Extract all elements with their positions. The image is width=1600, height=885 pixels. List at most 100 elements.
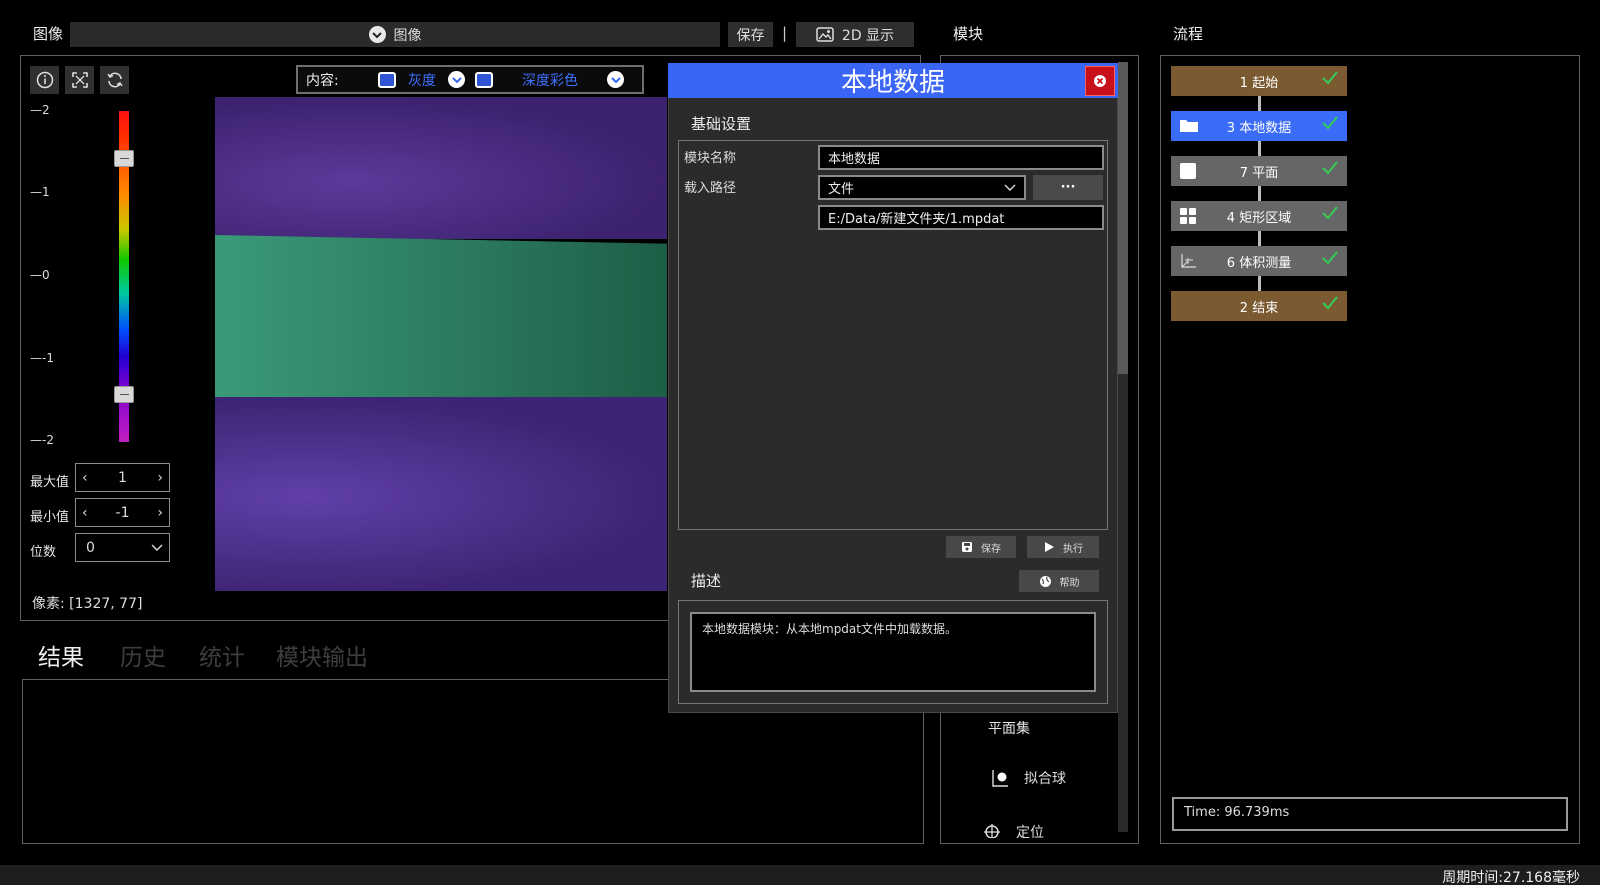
display-2d-button[interactable]: 2D 显示 xyxy=(796,22,914,47)
path-type-select[interactable]: 文件 xyxy=(818,175,1026,200)
min-value-stepper[interactable]: ‹ -1 › xyxy=(75,498,170,527)
flow-node-rect-region[interactable]: 4 矩形区域 xyxy=(1171,201,1347,231)
run-label: 执行 xyxy=(1063,543,1083,555)
modules-scrollbar-thumb[interactable] xyxy=(1118,62,1128,374)
save-image-button[interactable]: 保存 xyxy=(728,22,773,47)
module-item-label: 定位 xyxy=(1016,825,1044,838)
close-icon xyxy=(1093,74,1107,88)
description-text: 本地数据模块：从本地mpdat文件中加载数据。 xyxy=(690,612,1096,692)
check-icon xyxy=(1321,115,1339,131)
display-2d-label: 2D 显示 xyxy=(841,27,895,44)
chevron-down-icon[interactable] xyxy=(607,71,624,88)
modules-title: 模块 xyxy=(953,25,984,43)
max-value-label: 最大值 xyxy=(30,475,70,490)
flow-connector xyxy=(1258,276,1261,291)
module-name-label: 模块名称 xyxy=(684,151,737,166)
flow-title: 流程 xyxy=(1173,25,1204,43)
path-type-value: 文件 xyxy=(828,182,855,197)
flow-node-label: 3 本地数据 xyxy=(1226,120,1292,136)
help-label: 帮助 xyxy=(1059,577,1080,589)
play-icon xyxy=(1043,541,1055,553)
chevron-down-icon xyxy=(1004,184,1016,192)
check-icon xyxy=(1321,160,1339,176)
flow-connector xyxy=(1258,231,1261,246)
max-value-stepper[interactable]: ‹ 1 › xyxy=(75,463,170,492)
basic-settings-heading: 基础设置 xyxy=(691,115,752,133)
info-button[interactable] xyxy=(30,66,59,94)
chevron-down-icon[interactable] xyxy=(448,71,465,88)
digits-label: 位数 xyxy=(30,545,57,560)
check-icon xyxy=(1321,295,1339,311)
flow-connector xyxy=(1258,141,1261,156)
help-button[interactable]: 帮助 xyxy=(1019,570,1099,592)
flow-node-end[interactable]: 2 结束 xyxy=(1171,291,1347,321)
flow-node-local-data[interactable]: 3 本地数据 xyxy=(1171,111,1347,141)
image-source-value: 图像 xyxy=(393,27,422,44)
run-button[interactable]: 执行 xyxy=(1027,536,1099,558)
folder-icon xyxy=(1179,117,1199,133)
info-icon xyxy=(36,71,54,89)
chevron-right-icon[interactable]: › xyxy=(157,505,163,521)
scale-min-handle[interactable] xyxy=(114,386,134,403)
load-path-input[interactable]: E:/Data/新建文件夹/1.mpdat xyxy=(818,205,1104,230)
depth-color-checkbox[interactable] xyxy=(475,71,493,88)
tab-history[interactable]: 历史 xyxy=(120,638,166,672)
chevron-left-icon[interactable]: ‹ xyxy=(82,505,88,521)
digits-select[interactable]: 0 xyxy=(75,533,170,562)
check-icon xyxy=(1321,70,1339,86)
plane-icon xyxy=(1179,162,1197,180)
chevron-down-icon xyxy=(151,544,163,552)
pixel-coordinate-readout: 像素: [1327, 77] xyxy=(32,596,143,612)
refresh-button[interactable] xyxy=(100,66,129,94)
scale-tick: —0 xyxy=(30,268,50,282)
chevron-left-icon[interactable]: ‹ xyxy=(82,470,88,486)
locate-icon xyxy=(982,822,1002,838)
volume-icon xyxy=(1179,252,1197,270)
dialog-close-button[interactable] xyxy=(1085,66,1115,96)
flow-node-label: 2 结束 xyxy=(1239,300,1279,316)
fit-view-button[interactable] xyxy=(65,66,94,94)
status-bar xyxy=(0,865,1600,885)
toolbar-separator: | xyxy=(782,24,788,42)
flow-node-label: 4 矩形区域 xyxy=(1226,210,1292,226)
scale-tick: —-1 xyxy=(30,351,54,365)
module-item-fit-sphere[interactable]: 拟合球 xyxy=(990,768,1066,788)
depth-color-option-label: 深度彩色 xyxy=(522,72,578,89)
module-item-label: 拟合球 xyxy=(1024,771,1066,787)
content-label: 内容: xyxy=(306,72,339,89)
image-source-select[interactable]: 图像 xyxy=(70,22,720,47)
depth-image[interactable] xyxy=(215,97,667,591)
flow-time-readout: Time: 96.739ms xyxy=(1172,797,1568,831)
min-value: -1 xyxy=(115,504,130,521)
flow-connector xyxy=(1258,186,1261,201)
image-section-title: 图像 xyxy=(33,25,64,43)
tab-results[interactable]: 结果 xyxy=(38,638,84,672)
scale-tick: —2 xyxy=(30,103,50,117)
module-item-plane-set[interactable]: 平面集 xyxy=(988,718,1030,738)
flow-connector xyxy=(1258,96,1261,111)
scale-max-handle[interactable] xyxy=(114,150,134,167)
module-name-input[interactable]: 本地数据 xyxy=(818,145,1104,170)
description-heading: 描述 xyxy=(691,572,722,590)
flow-node-start[interactable]: 1 起始 xyxy=(1171,66,1347,96)
image-icon xyxy=(816,27,834,42)
save-icon xyxy=(961,541,973,553)
scale-tick: —-2 xyxy=(30,433,54,447)
dialog-save-button[interactable]: 保存 xyxy=(946,536,1016,558)
gray-option-label: 灰度 xyxy=(408,72,436,89)
module-item-locate[interactable]: 定位 xyxy=(982,822,1117,838)
chevron-right-icon[interactable]: › xyxy=(157,470,163,486)
max-value: 1 xyxy=(118,469,127,486)
gray-checkbox[interactable] xyxy=(378,71,396,88)
browse-button[interactable]: ··· xyxy=(1033,175,1103,200)
flow-node-plane[interactable]: 7 平面 xyxy=(1171,156,1347,186)
tab-statistics[interactable]: 统计 xyxy=(199,638,245,672)
digits-value: 0 xyxy=(86,539,95,556)
refresh-icon xyxy=(106,71,124,89)
flow-node-label: 1 起始 xyxy=(1239,75,1279,91)
flow-node-volume-measure[interactable]: 6 体积测量 xyxy=(1171,246,1347,276)
tab-module-output[interactable]: 模块输出 xyxy=(276,638,368,672)
check-icon xyxy=(1321,205,1339,221)
grid-icon xyxy=(1179,207,1197,225)
flow-node-label: 6 体积测量 xyxy=(1226,255,1292,271)
